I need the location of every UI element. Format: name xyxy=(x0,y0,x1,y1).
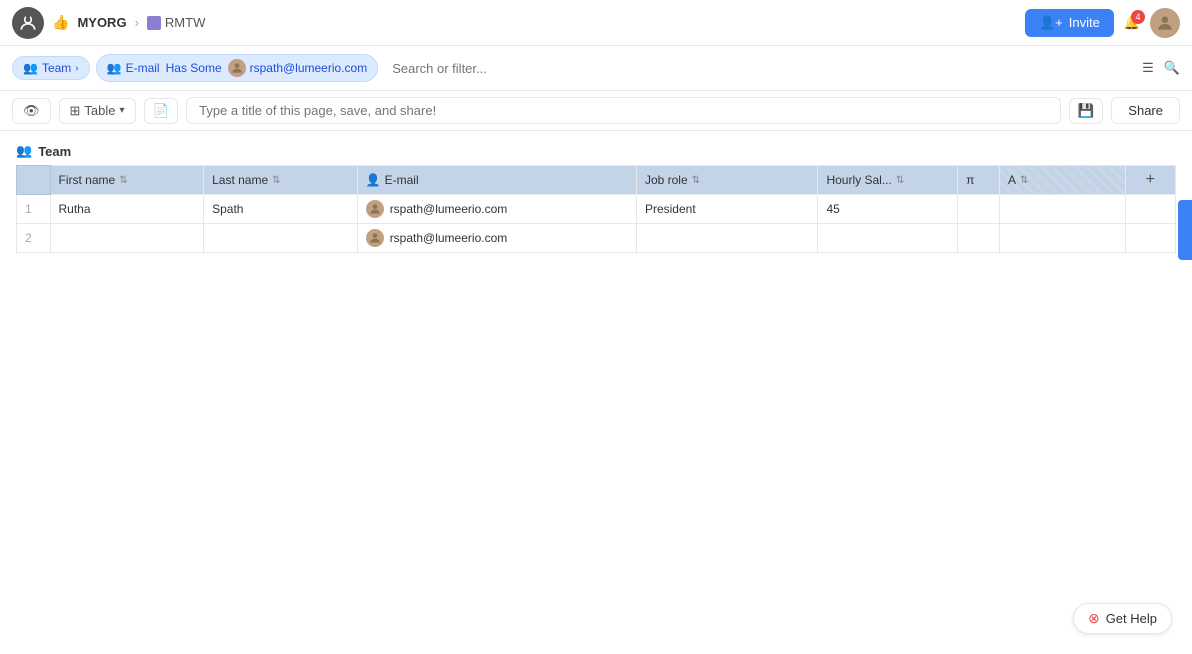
breadcrumb-separator: › xyxy=(135,15,139,30)
row1-extra xyxy=(1125,195,1175,224)
page-name[interactable]: RMTW xyxy=(147,15,205,30)
share-button[interactable]: Share xyxy=(1111,97,1180,124)
eye-icon: 👁 xyxy=(23,103,40,119)
save-button[interactable]: 💾 xyxy=(1069,98,1104,124)
a-sort-icon: ⇅ xyxy=(1020,175,1028,186)
org-name[interactable]: MYORG xyxy=(77,15,126,30)
hourly-sort-icon: ⇅ xyxy=(896,175,904,186)
right-accent-bar[interactable] xyxy=(1178,200,1192,260)
row2-firstname[interactable] xyxy=(50,224,204,253)
row2-extra xyxy=(1125,224,1175,253)
get-help-label: Get Help xyxy=(1106,611,1157,626)
search-icon[interactable]: 🔍 xyxy=(1164,60,1180,76)
email-people-icon: 👥 xyxy=(107,61,122,75)
team-chevron-icon: › xyxy=(75,63,78,74)
has-some-label: Has Some xyxy=(166,61,222,75)
email-user-avatar xyxy=(228,59,246,77)
page-icon xyxy=(147,16,161,30)
row2-email[interactable]: rspath@lumeerio.com xyxy=(357,224,636,253)
row1-a[interactable] xyxy=(999,195,1125,224)
table-view-button[interactable]: ⊞ Table ▾ xyxy=(59,98,136,124)
email-filter-tag[interactable]: 👥 E-mail Has Some rspath@lumeerio.com xyxy=(96,54,379,82)
col-add-header[interactable]: + xyxy=(1125,166,1175,195)
table-row: 2 rspath@lumeerio.com xyxy=(17,224,1176,253)
jobrole-sort-icon: ⇅ xyxy=(692,175,700,186)
col-lastname-header[interactable]: Last name ⇅ xyxy=(204,166,358,195)
view-table-button[interactable]: 👁 xyxy=(12,98,51,124)
row1-email-avatar xyxy=(366,200,384,218)
row1-hourly[interactable]: 45 xyxy=(818,195,958,224)
filter-bar-icons: ☰ 🔍 xyxy=(1142,60,1180,76)
topnav-right: 👤+ Invite 🔔 4 xyxy=(1025,8,1180,38)
toolbar: 👁 ⊞ Table ▾ 📄 💾 Share xyxy=(0,91,1192,131)
doc-view-button[interactable]: 📄 xyxy=(144,98,179,124)
invite-icon: 👤+ xyxy=(1039,15,1063,31)
col-email-header[interactable]: 👤 E-mail xyxy=(357,166,636,195)
row2-jobrole[interactable] xyxy=(636,224,818,253)
row1-firstname[interactable]: Rutha xyxy=(50,195,204,224)
search-filter-input[interactable] xyxy=(384,57,1136,80)
email-col-person-icon: 👤 xyxy=(366,173,381,187)
row1-lastname[interactable]: Spath xyxy=(204,195,358,224)
dropdown-chevron-icon: ▾ xyxy=(120,105,125,116)
row2-a[interactable] xyxy=(999,224,1125,253)
row1-pi[interactable] xyxy=(958,195,1000,224)
row2-lastname[interactable] xyxy=(204,224,358,253)
team-icon: 👥 xyxy=(23,61,38,75)
top-nav: 👍 MYORG › RMTW 👤+ Invite 🔔 4 xyxy=(0,0,1192,46)
table-header-row: First name ⇅ Last name ⇅ 👤 E-mail xyxy=(17,166,1176,195)
col-firstname-header[interactable]: First name ⇅ xyxy=(50,166,204,195)
row-number-2: 2 xyxy=(17,224,51,253)
row2-hourly[interactable] xyxy=(818,224,958,253)
grid-icon: ⊞ xyxy=(70,103,81,119)
row1-jobrole[interactable]: President xyxy=(636,195,818,224)
list-view-icon[interactable]: ☰ xyxy=(1142,60,1154,76)
table-row: 1 Rutha Spath rspath@lumeerio.com xyxy=(17,195,1176,224)
row2-pi[interactable] xyxy=(958,224,1000,253)
invite-button[interactable]: 👤+ Invite xyxy=(1025,9,1114,37)
col-pi-header[interactable]: π xyxy=(958,166,1000,195)
col-jobrole-header[interactable]: Job role ⇅ xyxy=(636,166,818,195)
notification-bell[interactable]: 🔔 4 xyxy=(1124,15,1140,31)
firstname-sort-icon: ⇅ xyxy=(119,175,127,186)
col-a-header[interactable]: A ⇅ xyxy=(999,166,1125,195)
doc-icon: 📄 xyxy=(153,103,170,118)
app-avatar xyxy=(12,7,44,39)
group-people-icon: 👥 xyxy=(16,143,32,159)
data-table: First name ⇅ Last name ⇅ 👤 E-mail xyxy=(16,165,1176,253)
save-icon: 💾 xyxy=(1078,103,1095,118)
page-title-input[interactable] xyxy=(186,97,1061,124)
likes-icon: 👍 xyxy=(52,14,69,31)
table-group-header: 👥 Team xyxy=(16,143,1176,159)
get-help-icon: ⊗ xyxy=(1088,610,1100,627)
lastname-sort-icon: ⇅ xyxy=(272,175,280,186)
row2-email-avatar xyxy=(366,229,384,247)
filter-bar: 👥 Team › 👥 E-mail Has Some rspath@lumeer… xyxy=(0,46,1192,91)
row-number-1: 1 xyxy=(17,195,51,224)
add-column-button[interactable]: + xyxy=(1146,171,1155,189)
user-avatar[interactable] xyxy=(1150,8,1180,38)
table-area: 👥 Team First name ⇅ Last name ⇅ xyxy=(0,131,1192,265)
col-hourly-header[interactable]: Hourly Sal... ⇅ xyxy=(818,166,958,195)
team-filter-tag[interactable]: 👥 Team › xyxy=(12,56,90,80)
row1-email[interactable]: rspath@lumeerio.com xyxy=(357,195,636,224)
notification-count: 4 xyxy=(1131,10,1145,24)
topnav-left: 👍 MYORG › RMTW xyxy=(12,7,205,39)
get-help-button[interactable]: ⊗ Get Help xyxy=(1073,603,1172,634)
row-num-header xyxy=(17,166,51,195)
